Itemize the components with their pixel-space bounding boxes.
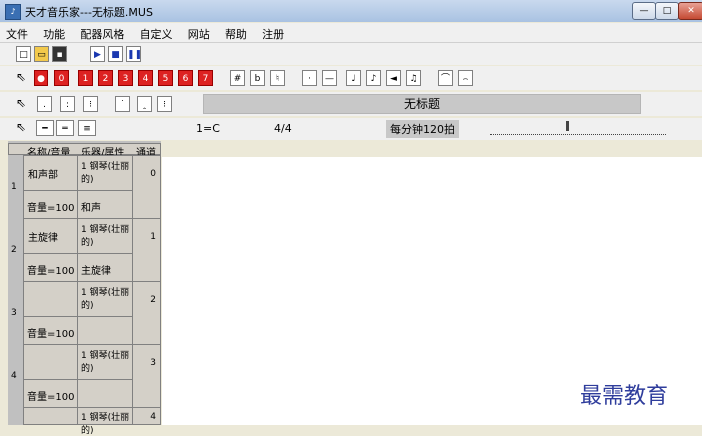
attribute-cell[interactable] (77, 379, 133, 408)
flat-button[interactable]: b (250, 70, 265, 86)
note-button-1[interactable]: 1 (78, 70, 93, 86)
tie-icon[interactable]: ⌢ (458, 70, 473, 86)
close-button[interactable]: ✕ (678, 2, 702, 20)
tempo-slider[interactable] (490, 121, 666, 135)
volume-cell[interactable]: 音量=100 (23, 379, 78, 408)
save-icon[interactable]: ▪ (52, 46, 67, 62)
note-button-4[interactable]: 4 (138, 70, 153, 86)
volume-cell[interactable]: 音量=100 (23, 316, 78, 345)
window-title: 天才音乐家---无标题.MUS (25, 6, 153, 19)
instrument-cell[interactable]: 1 钢琴(壮丽的) (77, 218, 133, 254)
table-header: 名称/音量 乐器/属性 通道 (8, 143, 161, 159)
key-signature[interactable]: 1=C (196, 122, 220, 135)
maximize-button[interactable]: □ (655, 2, 679, 20)
channel-cell[interactable]: 1 (132, 218, 161, 282)
duration-toolbar: ⇖ . : ⁝ ˙ ꞈ ⁝ 无标题 (0, 92, 702, 116)
attribute-cell[interactable]: 主旋律 (77, 253, 133, 282)
channel-cell[interactable]: 4 (132, 407, 161, 425)
note-button-3[interactable]: 3 (118, 70, 133, 86)
play-icon[interactable]: ▶ (90, 46, 105, 62)
tempo-label[interactable]: 每分钟120拍 (386, 120, 459, 138)
dot-button[interactable]: · (302, 70, 317, 86)
instrument-cell[interactable]: 1 钢琴(壮丽的) (77, 407, 133, 436)
track-name-cell[interactable]: 主旋律 (23, 218, 78, 254)
note-button-2[interactable]: 2 (98, 70, 113, 86)
channel-cell[interactable]: 3 (132, 344, 161, 408)
high-dot-3-button[interactable]: ⁝ (157, 96, 172, 112)
triple-line-button[interactable]: ≡ (78, 120, 96, 136)
track-name-cell[interactable] (23, 281, 78, 317)
volume-cell[interactable]: 音量=100 (23, 190, 78, 219)
stop-icon[interactable]: ■ (108, 46, 123, 62)
rest-eighth-icon[interactable]: ♪ (366, 70, 381, 86)
natural-button[interactable]: ♮ (270, 70, 285, 86)
line-toolbar: ⇖ ━ ═ ≡ 1=C 4/4 每分钟120拍 (0, 118, 702, 140)
track-name-cell[interactable] (23, 407, 78, 425)
note-button-5[interactable]: 5 (158, 70, 173, 86)
attribute-cell[interactable] (77, 316, 133, 345)
new-file-icon[interactable]: □ (16, 46, 31, 62)
note-button-6[interactable]: 6 (178, 70, 193, 86)
menu-function[interactable]: 功能 (37, 23, 71, 42)
single-line-button[interactable]: ━ (36, 120, 54, 136)
row-number: 3 (11, 308, 17, 318)
low-dot-2-button[interactable]: : (60, 96, 75, 112)
app-icon: ♪ (5, 4, 21, 20)
file-toolbar: □ ▭ ▪ ▶ ■ ❚❚ (0, 43, 702, 65)
note-button-0[interactable]: 0 (54, 70, 69, 86)
instrument-cell[interactable]: 1 钢琴(壮丽的) (77, 155, 133, 191)
time-signature[interactable]: 4/4 (274, 122, 292, 135)
menu-custom[interactable]: 自定义 (134, 23, 179, 42)
channel-cell[interactable]: 0 (132, 155, 161, 219)
pointer-icon-3[interactable]: ⇖ (16, 120, 26, 134)
channel-cell[interactable]: 2 (132, 281, 161, 345)
row-number: 4 (11, 371, 17, 381)
row-number: 1 (11, 182, 17, 192)
slur-note-icon[interactable]: ♫ (406, 70, 421, 86)
menu-orchestration-style[interactable]: 配器风格 (74, 23, 130, 42)
volume-cell[interactable]: 音量=100 (23, 253, 78, 282)
low-dot-1-button[interactable]: . (37, 96, 52, 112)
sharp-button[interactable]: # (230, 70, 245, 86)
watermark-text: 最需教育 (580, 384, 669, 409)
crescendo-icon[interactable]: ◄ (386, 70, 401, 86)
pointer-icon-2[interactable]: ⇖ (16, 96, 26, 110)
title-bar: ♪ 天才音乐家---无标题.MUS — □ ✕ (0, 0, 702, 22)
rest-icon[interactable]: ♩ (346, 70, 361, 86)
high-dot-1-button[interactable]: ˙ (115, 96, 130, 112)
record-icon[interactable]: ● (34, 70, 48, 86)
instrument-cell[interactable]: 1 钢琴(壮丽的) (77, 281, 133, 317)
open-folder-icon[interactable]: ▭ (34, 46, 49, 62)
row-number: 2 (11, 245, 17, 255)
instrument-cell[interactable]: 1 钢琴(壮丽的) (77, 344, 133, 380)
low-dot-3-button[interactable]: ⁝ (83, 96, 98, 112)
pointer-icon[interactable]: ⇖ (16, 70, 26, 84)
double-line-button[interactable]: ═ (56, 120, 74, 136)
dash-button[interactable]: — (322, 70, 337, 86)
menu-bar: 文件 功能 配器风格 自定义 网站 帮助 注册 (0, 23, 702, 43)
song-title-bar[interactable]: 无标题 (203, 94, 641, 114)
track-name-cell[interactable]: 和声部 (23, 155, 78, 191)
high-dot-2-button[interactable]: ꞈ (137, 96, 152, 112)
menu-register[interactable]: 注册 (256, 23, 290, 42)
menu-help[interactable]: 帮助 (219, 23, 253, 42)
note-button-7[interactable]: 7 (198, 70, 213, 86)
minimize-button[interactable]: — (632, 2, 656, 20)
fermata-icon[interactable]: ⌒ (438, 70, 453, 86)
menu-file[interactable]: 文件 (0, 23, 34, 42)
pause-icon[interactable]: ❚❚ (126, 46, 142, 62)
tempo-slider-knob[interactable] (566, 121, 569, 131)
attribute-cell[interactable]: 和声 (77, 190, 133, 219)
track-name-cell[interactable] (23, 344, 78, 380)
menu-website[interactable]: 网站 (182, 23, 216, 42)
notes-toolbar: ⇖ ● 0 1 2 3 4 5 6 7 # b ♮ · — ♩ ♪ ◄ ♫ ⌒ … (0, 66, 702, 90)
